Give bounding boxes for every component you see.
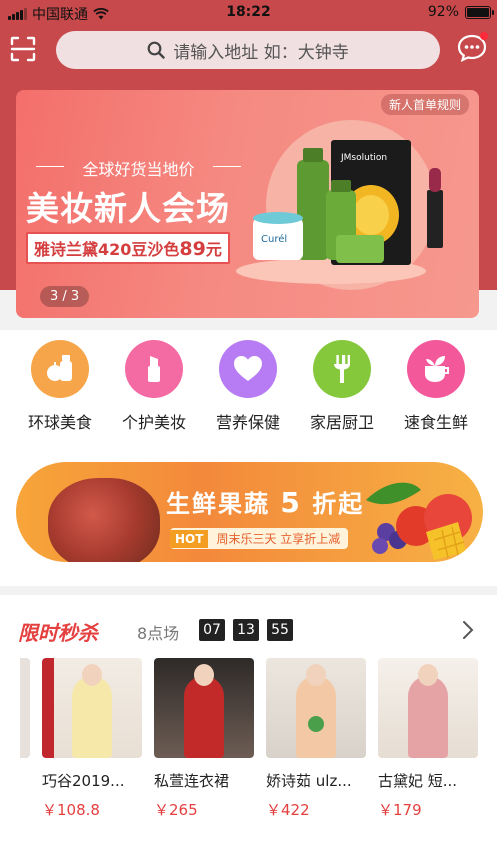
- promo-price: 89: [179, 238, 206, 260]
- clock: 18:22: [226, 4, 271, 20]
- timer-seconds: 55: [267, 619, 293, 641]
- product-card[interactable]: 古黛妃 短... ￥179: [378, 658, 478, 820]
- mask-box-label: JMsolution: [340, 153, 387, 163]
- category-label: 速食生鲜: [403, 413, 468, 432]
- product-price: ￥179: [378, 801, 422, 819]
- strip-title: 生鲜果蔬 5 折起: [166, 484, 364, 519]
- product-image: [42, 658, 142, 758]
- category-icon-circle: [407, 340, 465, 398]
- tshirt-print: [308, 716, 324, 732]
- category-icon-circle: [219, 340, 277, 398]
- message-button[interactable]: [457, 32, 488, 63]
- product-image: [266, 658, 366, 758]
- promo-unit: 元: [205, 240, 222, 259]
- battery-info: 92%: [427, 4, 494, 20]
- flash-sale-section: 限时秒杀 8点场 07 13 55 巧谷2019... ￥108.8 私萱连衣裙…: [0, 595, 497, 851]
- hot-text: 周末乐三天 立享折上减: [216, 532, 341, 546]
- banner-pager: 3 / 3: [40, 286, 90, 307]
- flash-sale-session: 8点场: [137, 624, 180, 643]
- cream-tub-label: Curél: [261, 233, 287, 245]
- page: 中国联通 18:22 92% 请输入地址 如：大钟寺 新人首单规则 全球好货当地…: [0, 0, 497, 851]
- scan-icon[interactable]: [10, 36, 36, 62]
- flash-sale-title: 限时秒杀: [18, 621, 98, 645]
- banner-slogan: 全球好货当地价: [36, 156, 241, 180]
- search-placeholder: 请输入地址 如：大钟寺: [173, 42, 349, 63]
- category-label: 环球美食: [27, 413, 92, 432]
- lipstick-icon: [148, 356, 160, 382]
- strip-title-number: 5: [280, 486, 302, 519]
- search-bar[interactable]: 请输入地址 如：大钟寺: [56, 31, 440, 69]
- strip-title-prefix: 生鲜果蔬: [166, 490, 270, 518]
- product-card[interactable]: 巧谷2019... ￥108.8: [42, 658, 142, 820]
- hero-banner[interactable]: 新人首单规则 全球好货当地价 美妆新人会场 雅诗兰黛420豆沙色89元 JMso…: [16, 90, 479, 318]
- meat-platter-image: [48, 478, 160, 562]
- hot-badge: HOT 周末乐三天 立享折上减: [170, 528, 349, 549]
- timer-minutes: 13: [233, 619, 259, 641]
- category-nutrition[interactable]: 营养保健: [208, 340, 288, 433]
- status-bar: 中国联通 18:22 92%: [0, 0, 497, 24]
- partial-product-edge: [20, 658, 30, 758]
- promo-prefix: 雅诗兰黛420豆沙色: [34, 240, 180, 259]
- banner-promo: 雅诗兰黛420豆沙色89元: [26, 232, 230, 264]
- product-price: ￥265: [154, 801, 198, 819]
- fresh-produce-banner[interactable]: 生鲜果蔬 5 折起 HOT 周末乐三天 立享折上减: [16, 462, 483, 562]
- search-icon: [147, 41, 165, 59]
- category-icon-circle: [313, 340, 371, 398]
- chevron-right-icon[interactable]: [461, 619, 475, 641]
- product-name: 私萱连衣裙: [154, 772, 230, 790]
- newcomer-rules-link[interactable]: 新人首单规则: [380, 94, 469, 115]
- product-card[interactable]: 娇诗茹 ulz... ￥422: [266, 658, 366, 820]
- product-image: [154, 658, 254, 758]
- category-icon-circle: [125, 340, 183, 398]
- model-figure: [184, 664, 224, 758]
- heart-icon: [234, 356, 262, 381]
- category-icon-circle: [31, 340, 89, 398]
- product-card[interactable]: 私萱连衣裙 ￥265: [154, 658, 254, 820]
- fruit-bottle-icon: [47, 355, 72, 381]
- category-personal-care[interactable]: 个护美妆: [114, 340, 194, 433]
- product-name: 巧谷2019...: [42, 772, 125, 790]
- hot-tag: HOT: [170, 529, 209, 548]
- banner-title: 美妆新人会场: [26, 189, 230, 228]
- category-label: 营养保健: [215, 413, 280, 432]
- product-price: ￥422: [266, 801, 310, 819]
- promo-section: 生鲜果蔬 5 折起 HOT 周末乐三天 立享折上减: [0, 440, 497, 586]
- category-fast-fresh[interactable]: 速食生鲜: [396, 340, 476, 433]
- timer-hours: 07: [199, 619, 225, 641]
- category-row: 环球美食 个护美妆 营养保健 家居厨卫 速食生鲜: [0, 330, 497, 440]
- model-figure: [408, 664, 448, 758]
- product-side-strip: [42, 658, 54, 758]
- category-home-kitchen[interactable]: 家居厨卫: [302, 340, 382, 433]
- product-name: 娇诗茹 ulz...: [266, 772, 352, 790]
- fork-icon: [334, 355, 350, 383]
- product-price: ￥108.8: [42, 801, 100, 819]
- product-name: 古黛妃 短...: [378, 772, 458, 790]
- unread-dot: [480, 32, 488, 40]
- cup-plant-icon: [425, 356, 449, 382]
- cosmetics-illustration: JMsolution Curél: [253, 140, 443, 265]
- fruit-illustration: [366, 482, 472, 560]
- product-image: [378, 658, 478, 758]
- category-label: 个护美妆: [121, 413, 186, 432]
- category-label: 家居厨卫: [309, 413, 374, 432]
- model-figure: [72, 664, 112, 758]
- category-global-food[interactable]: 环球美食: [20, 340, 100, 433]
- battery-icon: [465, 5, 494, 19]
- battery-percent: 92%: [427, 4, 459, 20]
